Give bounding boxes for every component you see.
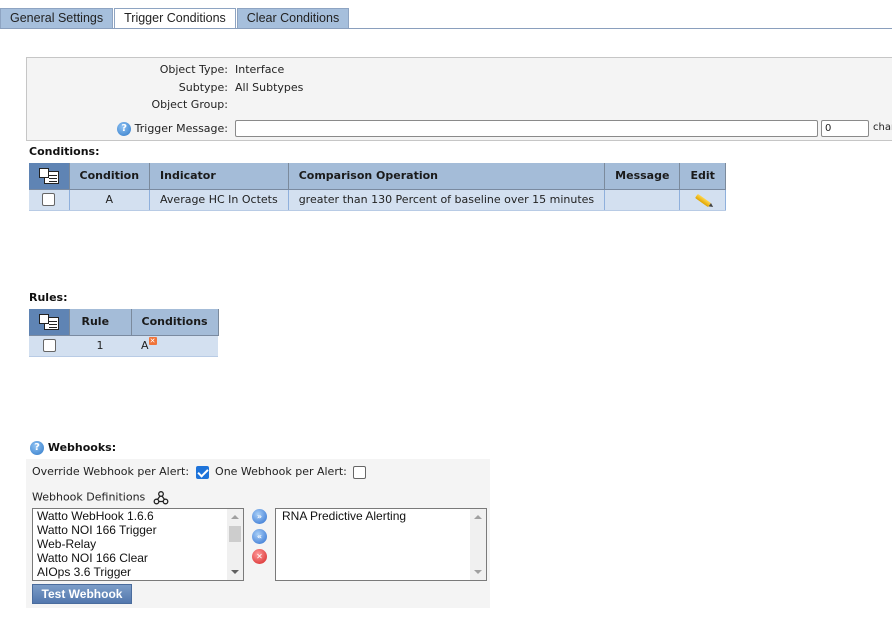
- object-type-value: Interface: [235, 63, 285, 76]
- conditions-title: Conditions:: [29, 145, 100, 158]
- tab-clear-conditions[interactable]: Clear Conditions: [236, 8, 350, 28]
- subtype-row: Subtype: All Subtypes: [27, 80, 892, 96]
- message-cell: [604, 189, 681, 211]
- conditions-table: Condition Indicator Comparison Operation…: [29, 163, 726, 211]
- object-type-row: Object Type: Interface: [27, 62, 892, 78]
- remove-condition-icon[interactable]: ✕: [148, 337, 157, 345]
- rule-conditions-header: Conditions: [131, 309, 219, 336]
- available-webhooks-list[interactable]: Watto WebHook 1.6.6 Watto NOI 166 Trigge…: [32, 508, 244, 581]
- row-checkbox[interactable]: [42, 193, 56, 207]
- list-item[interactable]: Web-Relay: [33, 537, 243, 551]
- help-icon[interactable]: ?: [30, 441, 44, 455]
- table-row: A Average HC In Octets greater than 130 …: [29, 189, 726, 211]
- list-item[interactable]: Watto WebHook 1.6.6: [33, 509, 243, 523]
- select-all-header[interactable]: [29, 163, 70, 190]
- test-webhook-button[interactable]: Test Webhook: [32, 584, 132, 604]
- one-webhook-checkbox[interactable]: [353, 465, 367, 479]
- trigger-message-label-wrap: ? Trigger Message:: [117, 121, 228, 137]
- condition-header: Condition: [69, 163, 151, 190]
- rules-title: Rules:: [29, 291, 68, 304]
- clear-webhooks-button[interactable]: ✕: [252, 549, 267, 564]
- indicator-header: Indicator: [149, 163, 289, 190]
- row-select-cell: [29, 189, 70, 211]
- remove-webhook-button[interactable]: «: [252, 529, 267, 544]
- message-header: Message: [604, 163, 681, 190]
- tab-general-settings[interactable]: General Settings: [0, 8, 114, 28]
- available-list-scrollbar[interactable]: [227, 509, 243, 580]
- rule-header: Rule: [69, 309, 132, 336]
- rule-condition-label: A: [141, 339, 149, 352]
- override-webhook-checkbox[interactable]: [195, 465, 209, 479]
- subtype-value: All Subtypes: [235, 81, 304, 94]
- characters-label: chara: [873, 122, 892, 133]
- comparison-cell: greater than 130 Percent of baseline ove…: [288, 189, 606, 211]
- rules-table: Rule Conditions 1 A✕: [29, 309, 219, 357]
- scroll-up-icon[interactable]: [231, 515, 239, 519]
- webhook-icon[interactable]: [153, 490, 169, 505]
- one-webhook-label: One Webhook per Alert:: [215, 465, 347, 478]
- webhook-options-row: Override Webhook per Alert: One Webhook …: [32, 465, 367, 479]
- tab-divider: [0, 28, 892, 29]
- rule-conditions-cell: A✕: [131, 335, 219, 357]
- selected-webhooks-list[interactable]: RNA Predictive Alerting: [275, 508, 487, 581]
- edit-cell: [679, 189, 726, 211]
- tab-bar: General Settings Trigger Conditions Clea…: [0, 8, 350, 28]
- webhook-definitions-label: Webhook Definitions: [32, 490, 146, 504]
- indicator-cell: Average HC In Octets: [149, 189, 289, 211]
- scroll-thumb[interactable]: [229, 526, 241, 542]
- help-icon[interactable]: ?: [117, 122, 132, 136]
- tab-trigger-conditions[interactable]: Trigger Conditions: [114, 8, 236, 28]
- override-webhook-label: Override Webhook per Alert:: [32, 465, 190, 478]
- selected-list-scrollbar[interactable]: [470, 509, 486, 580]
- char-count-field: 0: [821, 120, 869, 137]
- object-type-label: Object Type:: [159, 63, 228, 76]
- edit-header: Edit: [679, 163, 726, 190]
- select-all-header[interactable]: [29, 309, 70, 336]
- table-row: 1 A✕: [29, 335, 219, 357]
- webhook-definitions-row: Webhook Definitions: [32, 490, 169, 505]
- rule-cell: 1: [69, 335, 131, 357]
- condition-cell: A: [69, 189, 151, 211]
- object-group-row: Object Group:: [27, 97, 892, 113]
- webhooks-title-wrap: ? Webhooks:: [30, 441, 116, 455]
- object-info-panel: Object Type: Interface Subtype: All Subt…: [26, 57, 892, 141]
- scroll-down-icon[interactable]: [231, 570, 239, 574]
- pencil-icon[interactable]: [694, 193, 711, 208]
- object-group-label: Object Group:: [151, 98, 228, 111]
- list-item[interactable]: Watto NOI 166 Trigger: [33, 523, 243, 537]
- row-checkbox[interactable]: [42, 339, 56, 353]
- webhooks-title: Webhooks:: [47, 441, 117, 454]
- row-select-cell: [29, 335, 69, 357]
- comparison-header: Comparison Operation: [288, 163, 606, 190]
- select-all-icon[interactable]: [38, 167, 60, 185]
- trigger-message-input[interactable]: [235, 120, 818, 137]
- scroll-down-icon[interactable]: [474, 570, 482, 574]
- subtype-label: Subtype:: [178, 81, 228, 94]
- scroll-up-icon[interactable]: [474, 515, 482, 519]
- trigger-message-label: Trigger Message:: [134, 122, 228, 135]
- add-webhook-button[interactable]: »: [252, 509, 267, 524]
- select-all-icon[interactable]: [38, 313, 60, 331]
- list-item[interactable]: Watto NOI 166 Clear: [33, 551, 243, 565]
- list-item[interactable]: RNA Predictive Alerting: [276, 509, 486, 523]
- list-item[interactable]: AIOps 3.6 Trigger: [33, 565, 243, 579]
